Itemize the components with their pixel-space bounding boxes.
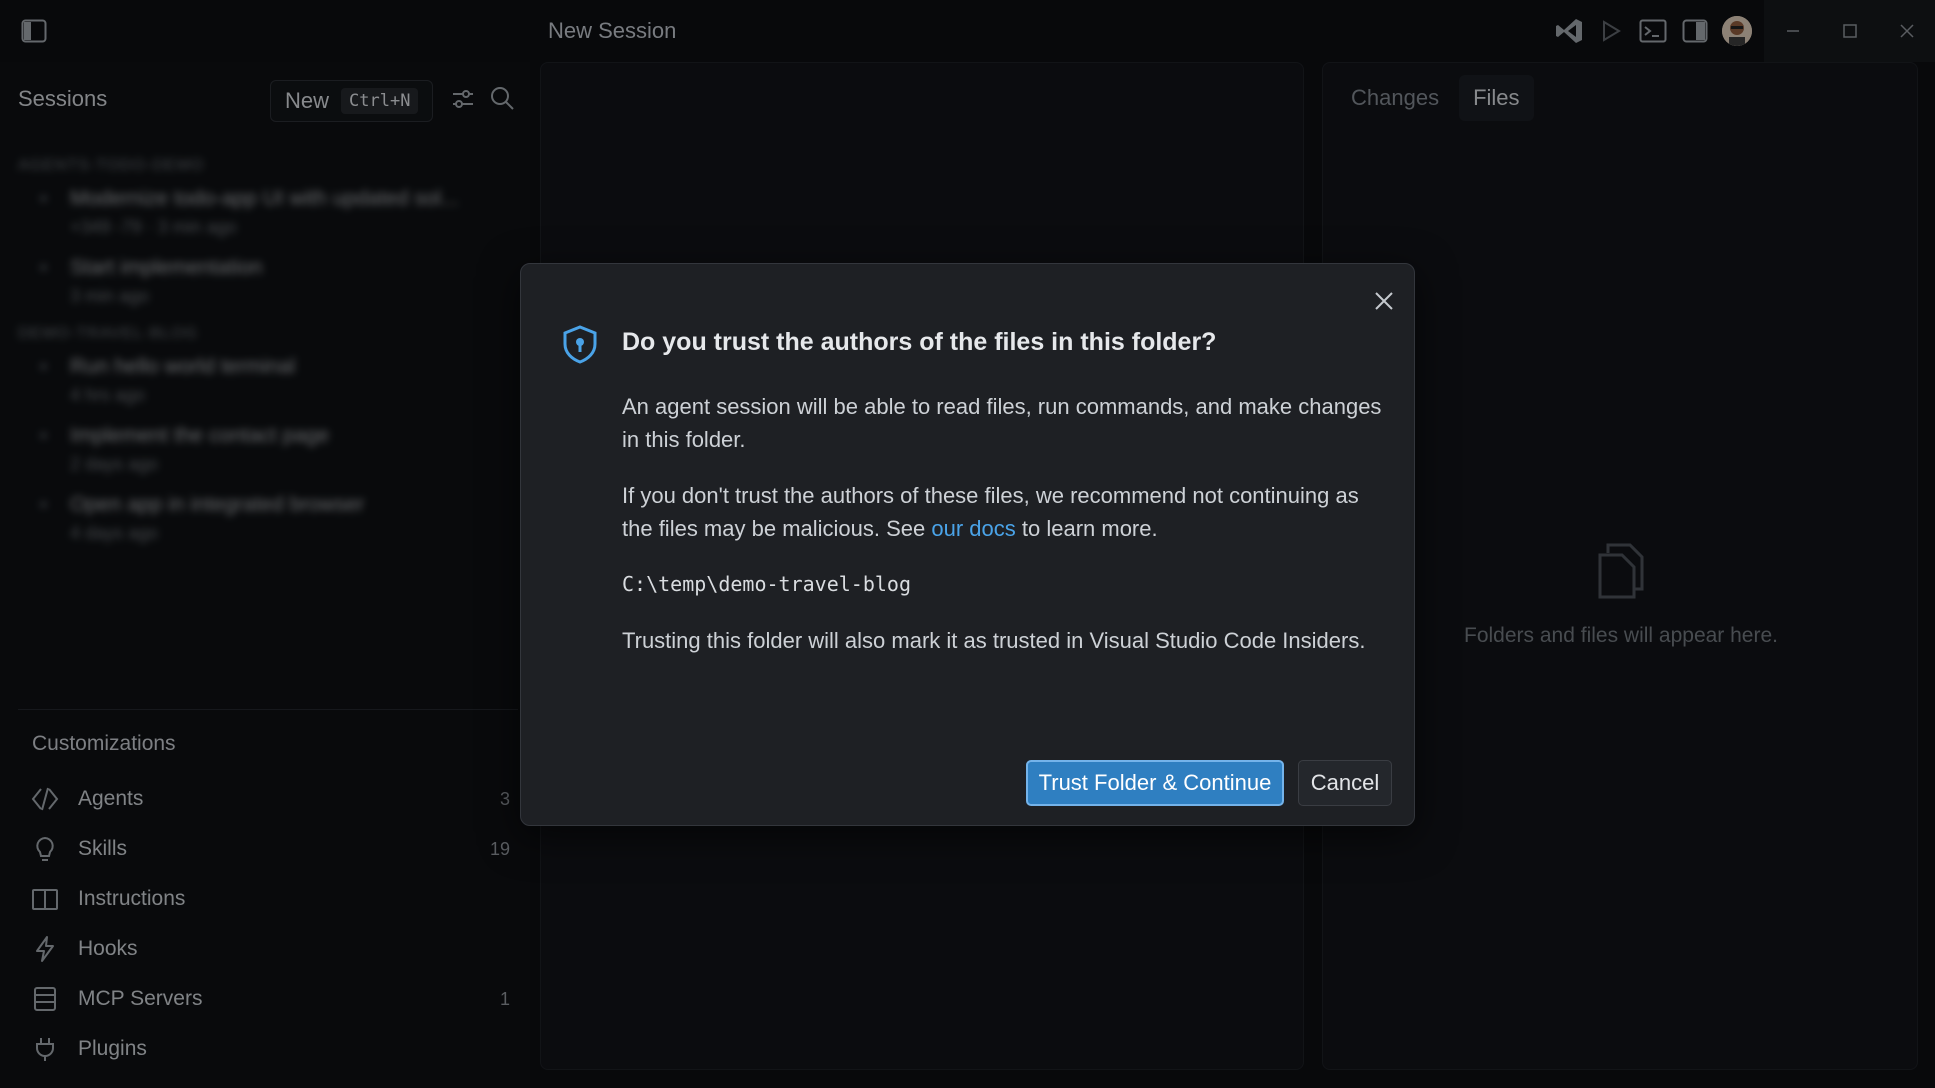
dialog-paragraph-2: If you don't trust the authors of these … bbox=[622, 479, 1382, 545]
trust-folder-button[interactable]: Trust Folder & Continue bbox=[1026, 760, 1284, 806]
cancel-button[interactable]: Cancel bbox=[1298, 760, 1392, 806]
dialog-body: An agent session will be able to read fi… bbox=[622, 390, 1382, 680]
dialog-paragraph-2-tail: to learn more. bbox=[1015, 516, 1158, 541]
dialog-paragraph-1: An agent session will be able to read fi… bbox=[622, 394, 1382, 452]
docs-link[interactable]: our docs bbox=[931, 516, 1015, 541]
shield-icon bbox=[561, 324, 599, 369]
trust-folder-dialog: Do you trust the authors of the files in… bbox=[520, 263, 1415, 826]
dialog-close-icon[interactable] bbox=[1367, 284, 1401, 318]
dialog-paragraph-3: Trusting this folder will also mark it a… bbox=[622, 628, 1366, 653]
folder-path: C:\temp\demo-travel-blog bbox=[622, 572, 911, 596]
dialog-title: Do you trust the authors of the files in… bbox=[622, 328, 1217, 356]
